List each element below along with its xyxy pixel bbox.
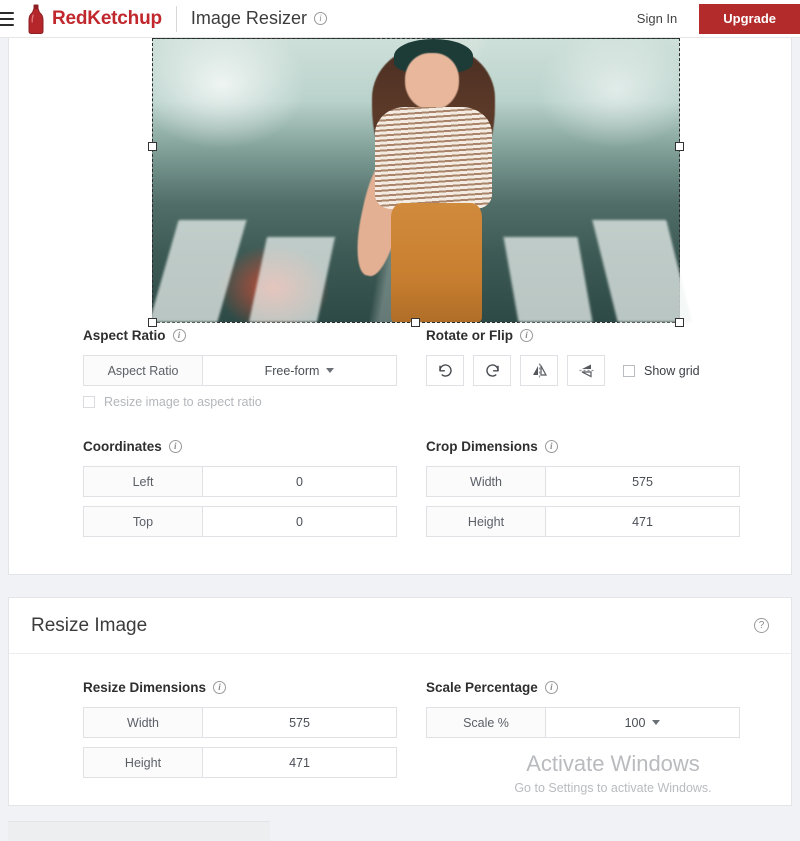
coordinates-heading: Coordinates i	[83, 439, 374, 454]
rotate-flip-title: Rotate or Flip	[426, 328, 513, 343]
resize-to-aspect-ratio-row[interactable]: Resize image to aspect ratio	[83, 395, 374, 409]
flip-horizontal-icon	[531, 362, 548, 379]
resize-height-input[interactable]: 471	[203, 748, 396, 777]
coordinates-section: Coordinates i Left 0 Top 0	[9, 409, 400, 546]
crop-handle-middle-left[interactable]	[148, 142, 157, 151]
top-input[interactable]: 0	[203, 507, 396, 536]
sign-in-link[interactable]: Sign In	[637, 11, 677, 26]
info-icon[interactable]: i	[314, 12, 327, 25]
info-icon[interactable]: i	[545, 681, 558, 694]
rotate-right-button[interactable]	[473, 355, 511, 386]
left-field-label: Left	[84, 467, 203, 496]
resize-card: Resize Image ? Resize Dimensions i Width…	[8, 597, 792, 806]
crop-width-field[interactable]: Width 575	[426, 466, 740, 497]
header-divider	[176, 6, 177, 32]
rotate-left-icon	[437, 362, 454, 379]
top-field[interactable]: Top 0	[83, 506, 397, 537]
ketchup-bottle-icon	[25, 4, 47, 34]
resize-dimensions-section: Resize Dimensions i Width 575 Height 471	[9, 680, 400, 787]
crosswalk-stripe	[149, 220, 247, 322]
scale-percentage-section: Scale Percentage i Scale % 100	[400, 680, 791, 787]
page-title: Image Resizer	[191, 8, 307, 29]
crop-controls: Aspect Ratio i Aspect Ratio Free-form Re…	[9, 328, 791, 546]
crop-dimensions-title: Crop Dimensions	[426, 439, 538, 454]
resize-width-label: Width	[84, 708, 203, 737]
hamburger-menu-icon[interactable]	[0, 12, 14, 26]
info-icon[interactable]: i	[173, 329, 186, 342]
info-icon[interactable]: i	[169, 440, 182, 453]
crosswalk-stripe	[503, 237, 592, 322]
aspect-ratio-field-label: Aspect Ratio	[84, 356, 203, 385]
scale-percentage-select[interactable]: 100	[546, 708, 739, 737]
rotate-right-icon	[484, 362, 501, 379]
resize-card-title: Resize Image	[31, 615, 147, 637]
scale-percentage-field[interactable]: Scale % 100	[426, 707, 740, 738]
crop-handle-bottom-right[interactable]	[675, 318, 684, 327]
crop-height-field[interactable]: Height 471	[426, 506, 740, 537]
crop-handle-bottom-center[interactable]	[411, 318, 420, 327]
show-grid-checkbox[interactable]	[623, 365, 635, 377]
chevron-down-icon	[652, 720, 660, 725]
info-icon[interactable]: i	[520, 329, 533, 342]
flip-vertical-button[interactable]	[567, 355, 605, 386]
scale-percentage-title: Scale Percentage	[426, 680, 538, 695]
top-field-label: Top	[84, 507, 203, 536]
question-mark-icon[interactable]: ?	[754, 618, 769, 633]
crop-width-input[interactable]: 575	[546, 467, 739, 496]
resize-to-aspect-ratio-checkbox[interactable]	[83, 396, 95, 408]
brand-name: RedKetchup	[52, 8, 162, 30]
crosswalk-stripe	[249, 237, 335, 322]
resize-dimensions-title: Resize Dimensions	[83, 680, 206, 695]
rotate-left-button[interactable]	[426, 355, 464, 386]
rotate-flip-section: Rotate or Flip i	[400, 328, 791, 409]
left-input[interactable]: 0	[203, 467, 396, 496]
crop-card: Aspect Ratio i Aspect Ratio Free-form Re…	[8, 38, 792, 575]
aspect-ratio-select[interactable]: Free-form	[203, 356, 396, 385]
brand-logo-link[interactable]: RedKetchup	[25, 4, 162, 34]
resize-to-aspect-ratio-label: Resize image to aspect ratio	[104, 395, 262, 409]
aspect-ratio-field[interactable]: Aspect Ratio Free-form	[83, 355, 397, 386]
resize-height-field[interactable]: Height 471	[83, 747, 397, 778]
show-grid-label: Show grid	[644, 364, 700, 378]
crop-handle-bottom-left[interactable]	[148, 318, 157, 327]
crosswalk-stripe	[593, 220, 692, 322]
chevron-down-icon	[326, 368, 334, 373]
info-icon[interactable]: i	[213, 681, 226, 694]
aspect-ratio-section: Aspect Ratio i Aspect Ratio Free-form Re…	[9, 328, 400, 409]
info-icon[interactable]: i	[545, 440, 558, 453]
resize-card-header: Resize Image ?	[9, 598, 791, 654]
aspect-ratio-title: Aspect Ratio	[83, 328, 166, 343]
resize-width-input[interactable]: 575	[203, 708, 396, 737]
bottom-status-strip	[8, 821, 270, 841]
crop-dimensions-section: Crop Dimensions i Width 575 Height 471	[400, 409, 791, 546]
scale-percentage-label: Scale %	[427, 708, 546, 737]
resize-height-label: Height	[84, 748, 203, 777]
crop-height-input[interactable]: 471	[546, 507, 739, 536]
crop-selection-box[interactable]	[152, 38, 680, 323]
upgrade-button[interactable]: Upgrade	[699, 4, 800, 34]
app-header: RedKetchup Image Resizer i Sign In Upgra…	[0, 0, 800, 38]
rotate-flip-heading: Rotate or Flip i	[426, 328, 765, 343]
scale-percentage-value: 100	[625, 716, 646, 730]
resize-width-field[interactable]: Width 575	[83, 707, 397, 738]
crop-handle-middle-right[interactable]	[675, 142, 684, 151]
crop-dimensions-heading: Crop Dimensions i	[426, 439, 765, 454]
coordinates-title: Coordinates	[83, 439, 162, 454]
resize-dimensions-heading: Resize Dimensions i	[83, 680, 374, 695]
aspect-ratio-value: Free-form	[265, 364, 320, 378]
image-canvas[interactable]	[9, 38, 791, 328]
scale-percentage-heading: Scale Percentage i	[426, 680, 765, 695]
aspect-ratio-heading: Aspect Ratio i	[83, 328, 374, 343]
show-grid-row[interactable]: Show grid	[623, 364, 700, 378]
crop-height-label: Height	[427, 507, 546, 536]
photo-subject	[353, 39, 511, 322]
flip-horizontal-button[interactable]	[520, 355, 558, 386]
left-field[interactable]: Left 0	[83, 466, 397, 497]
crop-width-label: Width	[427, 467, 546, 496]
flip-vertical-icon	[578, 362, 595, 379]
